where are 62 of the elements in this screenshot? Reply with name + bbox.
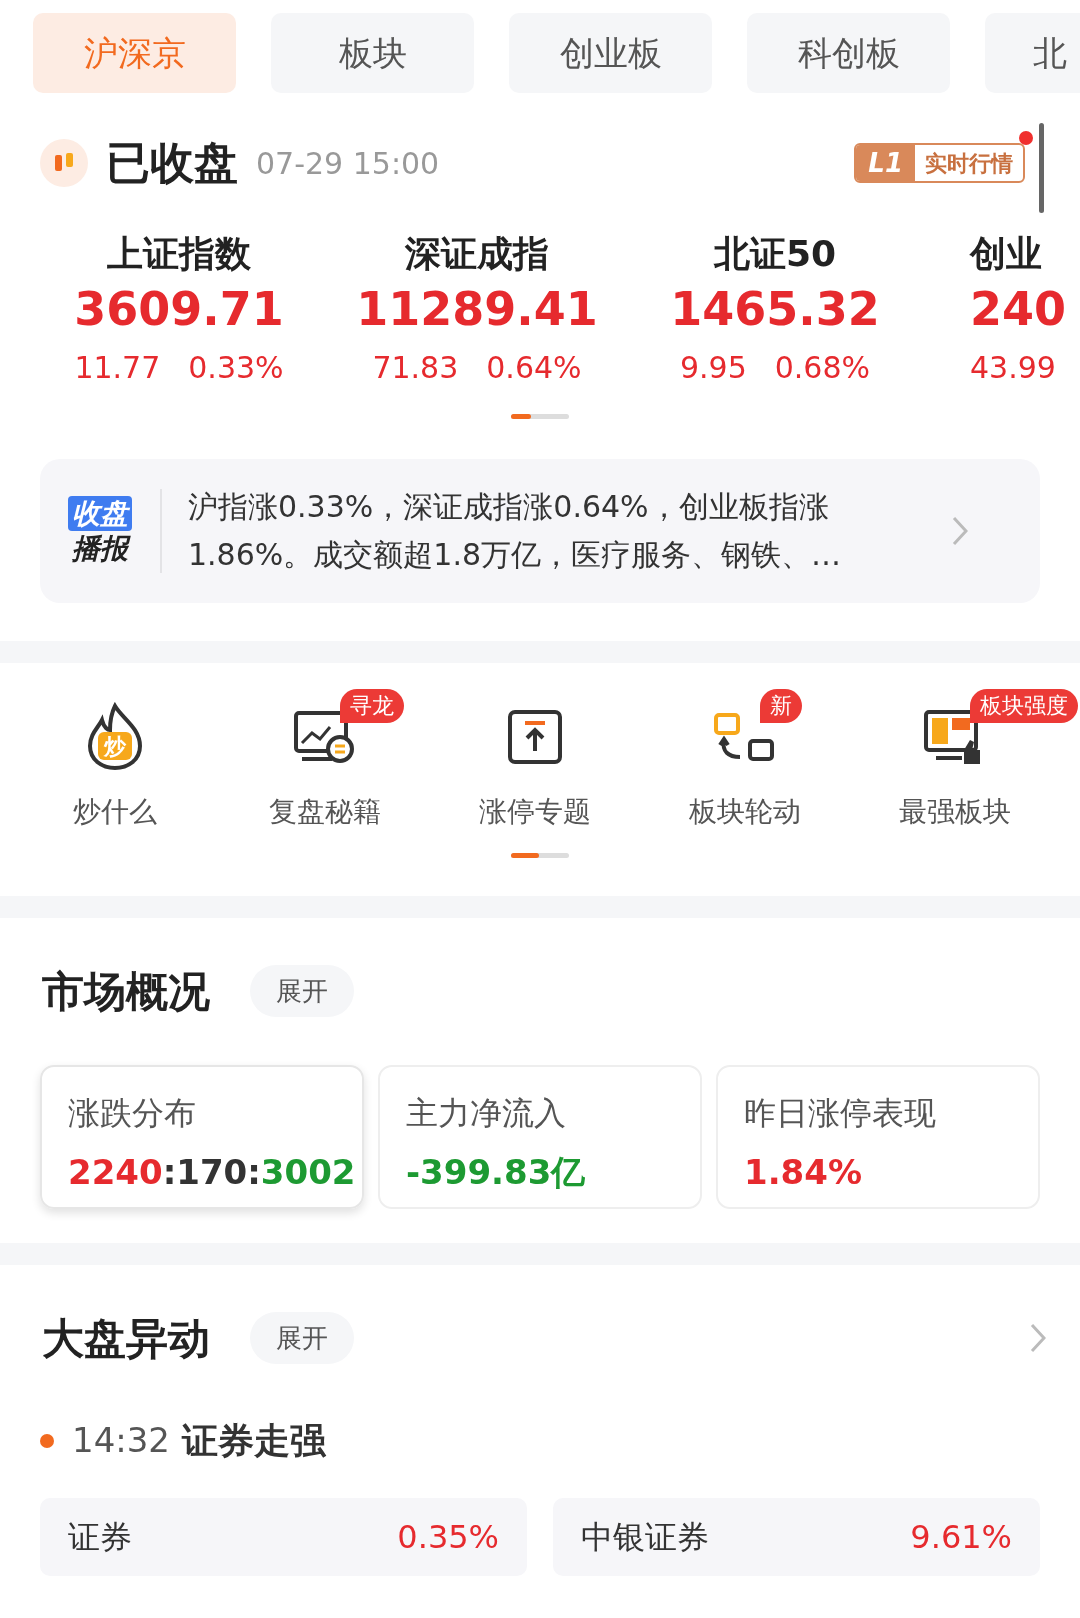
stock-percent: 0.35% — [397, 1516, 499, 1558]
index-card[interactable]: 创业 240 43.99 — [924, 227, 1080, 390]
stock-row[interactable]: 证券 0.35% — [40, 1497, 527, 1576]
stat-value: -399.83亿 — [406, 1150, 587, 1194]
expand-button[interactable]: 展开 — [250, 1312, 354, 1364]
shortcut-label[interactable]: 复盘秘籍 — [269, 790, 381, 833]
index-percent: 0.68% — [774, 348, 871, 387]
index-value: 1465.32 — [670, 281, 880, 338]
event-time: 14:32 — [72, 1419, 170, 1462]
index-percent: 0.64% — [486, 348, 582, 387]
market-tab[interactable]: 创业板 — [509, 13, 712, 93]
shortcut-label[interactable]: 涨停专题 — [479, 790, 591, 833]
stat-value: 1.84% — [744, 1150, 863, 1194]
stock-percent: 9.61% — [910, 1516, 1012, 1558]
broadcast-card[interactable]: 收盘 播报 沪指涨0.33%，深证成指涨0.64%，创业板指涨1.86%。成交额超1.8万亿，医疗服务、钢铁、… — [40, 458, 1040, 603]
index-name: 深证成指 — [405, 232, 549, 276]
index-change: 43.99 — [970, 348, 1056, 387]
stat-title: 昨日涨停表现 — [744, 1092, 937, 1134]
event-title: 证券走强 — [182, 1418, 326, 1463]
stat-card[interactable]: 昨日涨停表现 1.84% — [716, 1064, 1040, 1209]
stat-card[interactable]: 涨跌分布 2240:170:3002 — [40, 1064, 364, 1209]
shortcut-label[interactable]: 板块轮动 — [689, 790, 801, 833]
stat-title: 涨跌分布 — [68, 1092, 197, 1134]
index-card[interactable]: 深证成指 11289.41 71.83 0.64% — [328, 227, 626, 390]
index-change: 71.83 — [372, 348, 459, 387]
index-card[interactable]: 上证指数 3609.71 11.77 0.33% — [30, 227, 328, 390]
stock-name: 证券 — [68, 1516, 132, 1558]
index-name: 北证50 — [713, 232, 837, 276]
candlestick-icon — [40, 139, 88, 187]
shortcut-badge: 寻龙 — [340, 688, 404, 723]
stat-value: 2240:170:3002 — [68, 1150, 357, 1194]
realtime-quote-badge[interactable]: L1 实时行情 — [854, 143, 1025, 183]
page-indicator — [511, 852, 569, 858]
stock-name: 中银证券 — [581, 1516, 709, 1558]
index-change: 11.77 — [74, 348, 161, 387]
market-tab[interactable]: 北 — [985, 13, 1080, 93]
index-value: 11289.41 — [356, 281, 598, 338]
index-percent: 0.33% — [188, 348, 284, 387]
broadcast-text: 沪指涨0.33%，深证成指涨0.64%，创业板指涨1.86%。成交额超1.8万亿，医疗服务、钢铁、… — [188, 487, 842, 574]
page-indicator — [511, 413, 569, 419]
index-name: 上证指数 — [107, 232, 251, 276]
market-tab[interactable]: 板块 — [271, 13, 474, 93]
stock-row[interactable]: 中银证券 9.61% — [553, 1497, 1040, 1576]
index-card[interactable]: 北证50 1465.32 9.95 0.68% — [626, 227, 924, 390]
index-value: 3609.71 — [74, 281, 284, 338]
section-title: 市场概况 — [42, 965, 210, 1018]
market-status: 已收盘 — [106, 136, 238, 190]
status-time: 07-29 15:00 — [256, 144, 440, 183]
expand-button[interactable]: 展开 — [250, 965, 354, 1017]
shortcut-badge: 新 — [760, 688, 802, 723]
shortcut-label[interactable]: 最强板块 — [899, 790, 1011, 833]
chevron-right-icon — [1030, 1323, 1046, 1353]
section-title: 大盘异动 — [42, 1312, 210, 1365]
market-tab[interactable]: 科创板 — [747, 13, 950, 93]
index-name: 创业 — [970, 232, 1042, 276]
chevron-right-icon — [952, 515, 968, 546]
index-change: 9.95 — [679, 348, 747, 387]
stat-title: 主力净流入 — [406, 1092, 567, 1134]
index-value: 240 — [970, 281, 1067, 338]
shortcut-badge: 板块强度 — [970, 688, 1078, 723]
stat-card[interactable]: 主力净流入 -399.83亿 — [378, 1064, 702, 1209]
shortcut-label[interactable]: 炒什么 — [73, 790, 157, 833]
